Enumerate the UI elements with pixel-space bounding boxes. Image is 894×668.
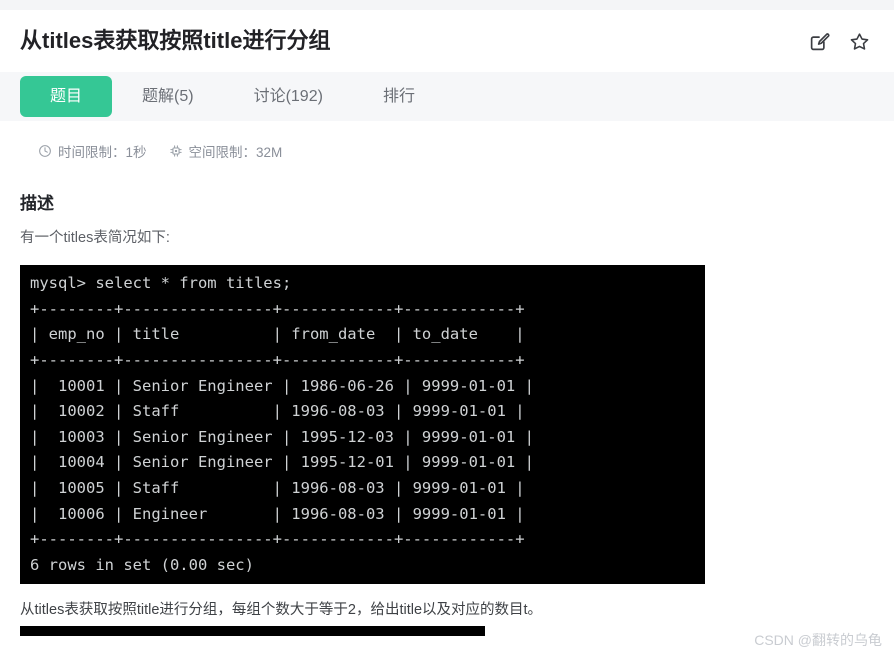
- tab-discussion[interactable]: 讨论(192): [224, 76, 353, 117]
- terminal-code-block: mysql> select * from titles; +--------+-…: [20, 265, 705, 585]
- tab-ranking[interactable]: 排行: [353, 76, 445, 117]
- problem-meta-row: 时间限制：1秒 空间限制：32M: [0, 121, 894, 161]
- description-task: 从titles表获取按照title进行分组，每组个数大于等于2，给出title以…: [20, 601, 543, 618]
- memory-limit: 空间限制：32M: [169, 141, 283, 161]
- time-limit-label: 时间限制：1秒: [58, 145, 147, 160]
- page-header: 从titles表获取按照title进行分组: [0, 10, 894, 72]
- section-title-description: 描述: [20, 194, 54, 213]
- tab-solutions[interactable]: 题解(5): [112, 76, 224, 117]
- tab-problem[interactable]: 题目: [20, 76, 113, 117]
- csdn-watermark: CSDN @翻转的乌龟: [754, 632, 882, 648]
- clock-icon: [38, 144, 52, 158]
- tab-bar: 题目 题解(5) 讨论(192) 排行: [0, 72, 894, 121]
- memory-limit-label: 空间限制：32M: [188, 145, 283, 160]
- star-icon[interactable]: [848, 30, 870, 52]
- time-limit: 时间限制：1秒: [38, 141, 147, 161]
- memory-chip-icon: [169, 144, 183, 158]
- top-gray-strip: [0, 0, 894, 10]
- second-code-block-partial: [20, 625, 485, 636]
- page-title: 从titles表获取按照title进行分组: [20, 27, 331, 53]
- header-actions: [808, 30, 876, 52]
- edit-icon[interactable]: [808, 30, 830, 52]
- description-intro: 有一个titles表简况如下:: [20, 230, 170, 246]
- problem-content: 描述 有一个titles表简况如下: mysql> select * from …: [0, 189, 894, 622]
